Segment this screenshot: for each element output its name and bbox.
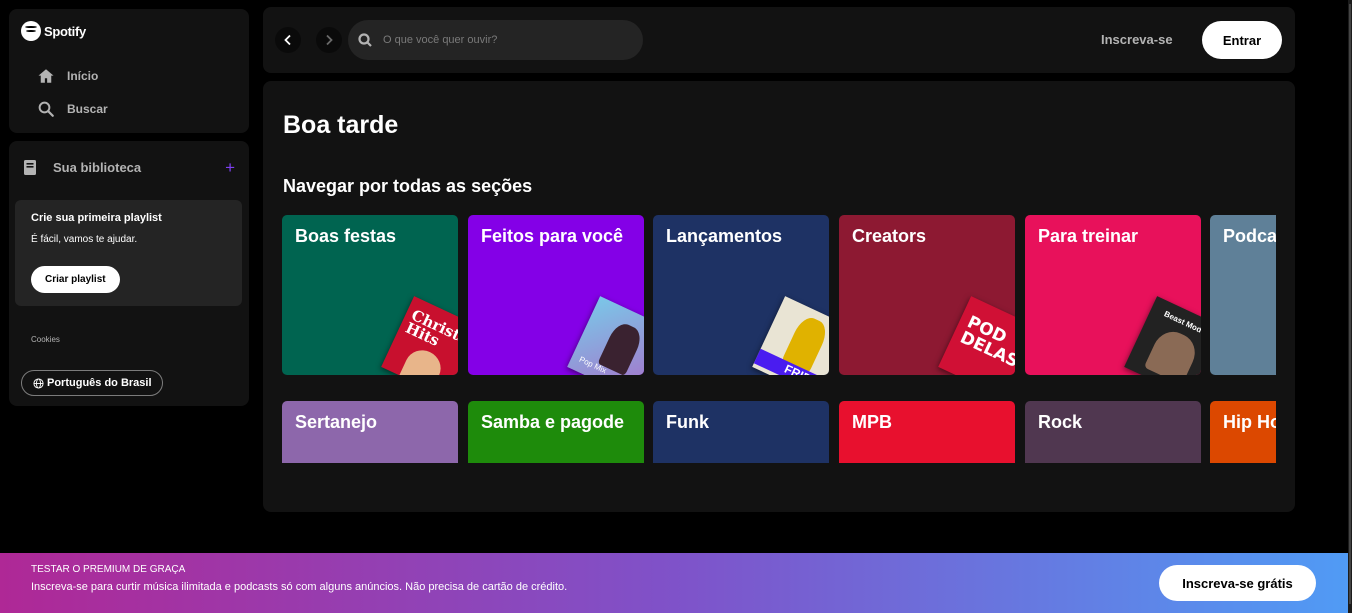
sidebar-item-home[interactable]: Início [37,67,98,85]
category-tile-podcasts[interactable]: Podcasts [1210,215,1276,375]
category-label: Rock [1038,412,1083,432]
sidebar-item-search[interactable]: Buscar [37,100,108,118]
cover-art-text: POD DELAS [956,312,1015,372]
page-title: Boa tarde [283,111,399,139]
cover-art-figure [1143,325,1201,375]
category-tile-lancamentos[interactable]: Lançamentos FRIDAY [653,215,829,375]
spotify-logo[interactable]: Spotify [21,21,86,41]
sidebar-item-label: Início [67,69,99,83]
category-cover-art: FRIDAY [752,296,829,375]
category-grid: Boas festas Christmas Hits Feitos para v… [282,215,1276,463]
create-playlist-card: Crie sua primeira playlist É fácil, vamo… [15,200,242,306]
category-cover-art: Christmas Hits [381,296,458,375]
language-label: Português do Brasil [47,377,152,389]
library-title: Sua biblioteca [53,160,142,175]
search-icon [358,33,372,47]
search-input[interactable] [383,34,623,46]
category-label: Lançamentos [666,226,783,246]
category-label: Boas festas [295,226,397,246]
login-button[interactable]: Entrar [1202,21,1282,59]
library-header[interactable]: Sua biblioteca [23,159,141,176]
category-tile-sertanejo[interactable]: Sertanejo [282,401,458,463]
cookies-link[interactable]: Cookies [31,335,60,344]
signup-link[interactable]: Inscreva-se [1101,32,1173,47]
search-box[interactable] [348,20,643,60]
library-panel: Sua biblioteca + Crie sua primeira playl… [9,141,249,406]
category-tile-feitos-para-voce[interactable]: Feitos para você Pop Mix [468,215,644,375]
category-cover-art: POD DELAS [938,296,1015,375]
sidebar-nav-panel: Spotify Início Buscar [9,9,249,133]
premium-banner[interactable]: TESTAR O PREMIUM DE GRAÇA Inscreva-se pa… [0,553,1348,613]
category-tile-hip-hop[interactable]: Hip Hop [1210,401,1276,463]
section-title: Navegar por todas as seções [283,176,533,196]
create-playlist-button[interactable]: Criar playlist [31,266,120,293]
spotify-logo-icon [21,21,41,41]
promo-title: Crie sua primeira playlist [31,212,162,224]
forward-button[interactable] [316,27,342,53]
category-label: Para treinar [1038,226,1139,246]
category-label: Feitos para você [481,226,624,246]
plus-icon[interactable]: + [225,159,235,177]
search-icon [38,101,54,117]
category-label: Hip Hop [1223,412,1276,432]
category-tile-funk[interactable]: Funk [653,401,829,463]
category-label: MPB [852,412,892,432]
main-content: Boa tarde Navegar por todas as seções Bo… [263,81,1295,512]
category-tile-boas-festas[interactable]: Boas festas Christmas Hits [282,215,458,375]
top-bar: Inscreva-se Entrar [263,7,1295,73]
category-cover-art: Beast Mode [1124,296,1201,375]
library-icon [24,160,36,175]
promo-subtitle: É fácil, vamos te ajudar. [31,234,138,245]
category-label: Samba e pagode [481,412,625,432]
scrollbar-thumb[interactable] [1349,4,1351,604]
back-button[interactable] [275,27,301,53]
banner-eyebrow: TESTAR O PREMIUM DE GRAÇA [31,564,186,575]
category-tile-rock[interactable]: Rock [1025,401,1201,463]
category-tile-creators[interactable]: Creators POD DELAS [839,215,1015,375]
spotify-web-app: Spotify Início Buscar Sua biblioteca + C… [0,0,1352,613]
category-tile-samba-e-pagode[interactable]: Samba e pagode [468,401,644,463]
chevron-right-icon [326,34,333,46]
category-label: Creators [852,226,927,246]
logo-text: Spotify [44,23,86,39]
category-tile-para-treinar[interactable]: Para treinar Beast Mode [1025,215,1201,375]
category-label: Podcasts [1223,226,1276,246]
sidebar-item-label: Buscar [67,102,108,116]
language-button[interactable]: Português do Brasil [21,370,163,396]
home-icon [38,69,54,83]
signup-free-button[interactable]: Inscreva-se grátis [1159,565,1316,601]
category-tile-mpb[interactable]: MPB [839,401,1015,463]
banner-text: Inscreva-se para curtir música ilimitada… [31,581,568,593]
globe-icon [33,377,44,389]
category-label: Funk [666,412,709,432]
category-cover-art: Pop Mix [567,296,644,375]
chevron-left-icon [284,34,291,46]
category-label: Sertanejo [295,412,378,432]
